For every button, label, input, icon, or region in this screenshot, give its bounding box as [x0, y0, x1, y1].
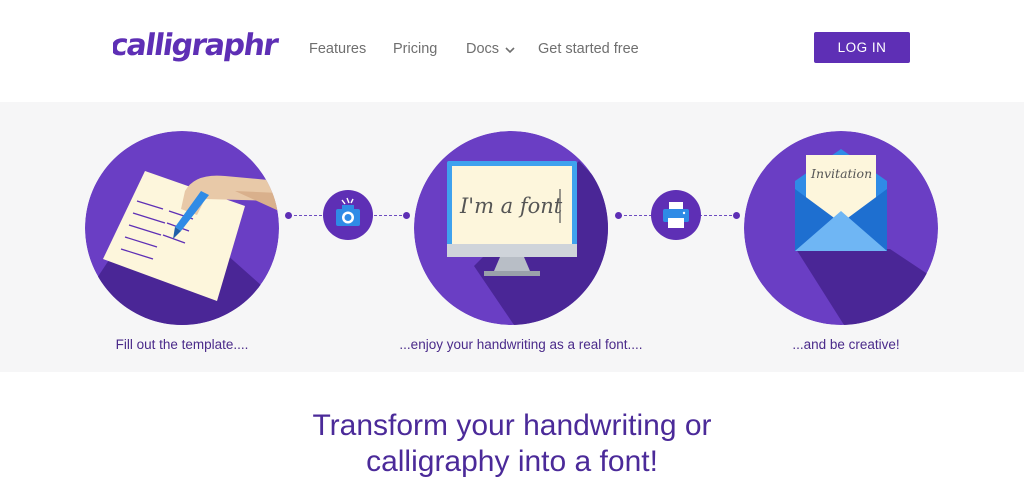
login-button[interactable]: LOG IN	[814, 32, 910, 63]
step1-caption: Fill out the template....	[115, 337, 249, 352]
step3-circle: Invitation	[744, 131, 938, 325]
svg-text:I'm a font: I'm a font	[459, 194, 563, 218]
calligraphr-logo[interactable]: calligraphr	[113, 27, 283, 67]
steps-band: I'm a font Invitation Fill out the templ…	[0, 102, 1024, 372]
step3-caption: ...and be creative!	[792, 337, 900, 352]
connector-dot	[615, 212, 622, 219]
printer-badge	[651, 190, 701, 240]
headline-line-1: Transform your handwriting or	[312, 409, 712, 442]
step2-caption: ...enjoy your handwriting as a real font…	[399, 337, 643, 352]
nav-pricing[interactable]: Pricing	[393, 41, 437, 57]
monitor-icon: I'm a font	[414, 131, 608, 325]
step2-circle: I'm a font	[414, 131, 608, 325]
nav-docs[interactable]: Docs	[466, 41, 499, 57]
nav-get-started-free[interactable]: Get started free	[538, 41, 639, 57]
hand-writing-on-template-icon	[85, 131, 279, 325]
camera-badge	[323, 190, 373, 240]
chevron-down-icon[interactable]	[505, 45, 515, 55]
connector-dot	[733, 212, 740, 219]
site-header: calligraphr Features Pricing Docs Get st…	[0, 0, 1024, 102]
connector-dot	[285, 212, 292, 219]
hero-headline: Transform your handwriting or calligraph…	[0, 408, 1024, 480]
headline-line-2: calligraphy into a font!	[366, 445, 658, 478]
camera-icon	[336, 197, 360, 226]
svg-text:Invitation: Invitation	[810, 166, 872, 181]
connector-dot	[403, 212, 410, 219]
envelope-icon: Invitation	[744, 131, 938, 325]
printer-icon	[663, 202, 689, 228]
svg-text:calligraphr: calligraphr	[113, 28, 281, 63]
step1-circle	[85, 131, 279, 325]
nav-features[interactable]: Features	[309, 41, 366, 57]
